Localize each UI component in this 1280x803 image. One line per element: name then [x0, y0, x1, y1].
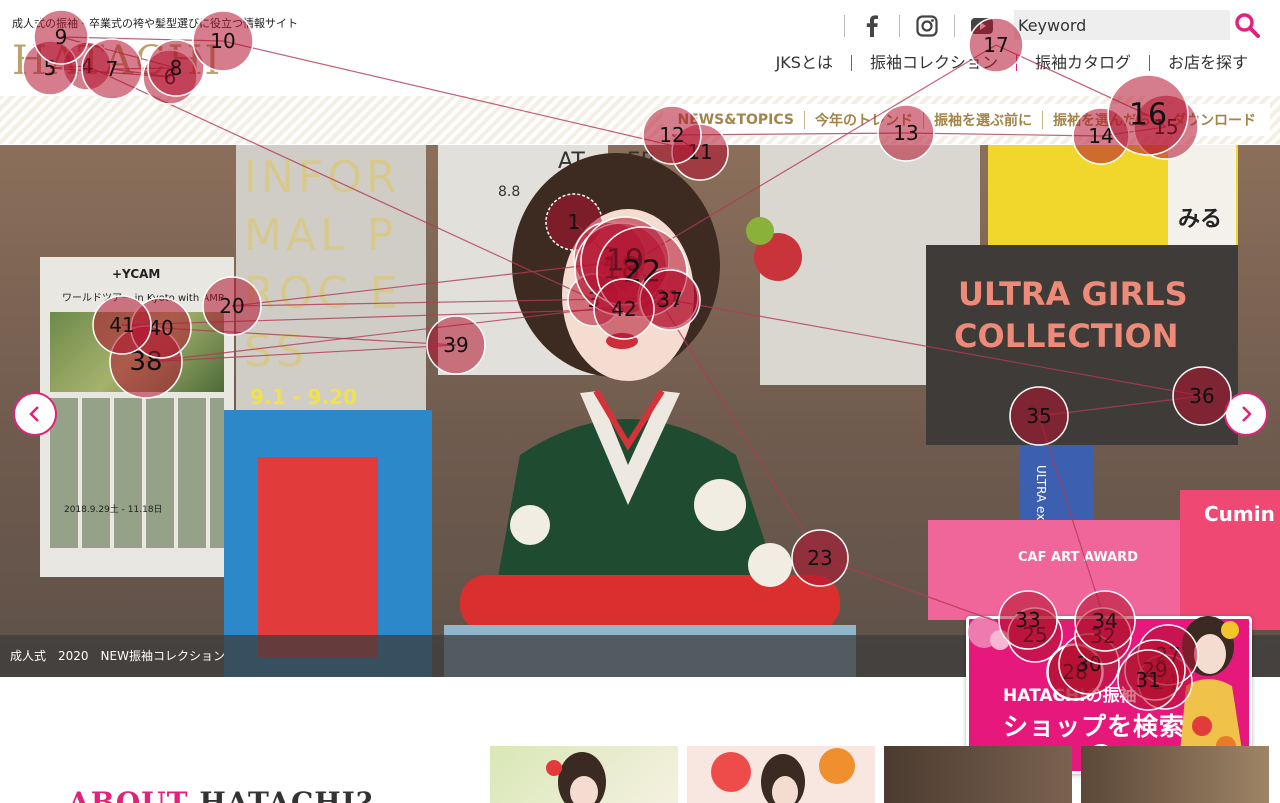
facebook-icon[interactable]	[845, 12, 899, 40]
search-input[interactable]	[1014, 10, 1230, 40]
about-heading-part2: HATACHI?	[199, 786, 374, 803]
subnav-item-download[interactable]: ダウンロード	[1162, 110, 1266, 130]
nav-item-find-shop[interactable]: お店を探す	[1150, 52, 1266, 74]
poster-ycam-tour: ワールドツアー in Kyoto with AMP	[62, 293, 224, 304]
slider-prev-button[interactable]	[13, 392, 57, 436]
poster-ycam-photo	[50, 312, 224, 392]
thumb-model-image	[546, 752, 606, 803]
poster-ycam-title: +YCAM	[112, 267, 161, 281]
shop-banner-subtitle: HATACHIの振袖	[1003, 686, 1137, 706]
page: 成人式の振袖・卒業式の袴や髪型選びに役立つ情報サイト HATACHI JKSとは…	[0, 0, 1280, 803]
thumb-model-image	[711, 748, 855, 803]
subnav-item-before-choosing[interactable]: 振袖を選ぶ前に	[924, 110, 1042, 130]
collection-thumb[interactable]	[1081, 746, 1269, 803]
poster-cumin-text: Cumin	[1204, 502, 1275, 526]
poster-miru: みる	[1168, 145, 1236, 245]
sub-nav: NEWS&TOPICS 今年のトレンド 振袖を選ぶ前に 振袖を選んだら ダウンロ…	[663, 104, 1270, 136]
poster-ycam-grid	[50, 398, 224, 548]
youtube-icon[interactable]	[955, 12, 1009, 40]
nav-item-furisode-collection[interactable]: 振袖コレクション	[852, 52, 1016, 74]
about-heading-part1: ABOUT	[68, 786, 189, 803]
hero-model-image	[444, 153, 856, 677]
about-heading: ABOUT HATACHI?	[68, 786, 373, 803]
shop-banner-title: ショップを検索	[1003, 712, 1186, 741]
poster-ultra-line2: COLLECTION	[954, 317, 1179, 355]
main-nav: JKSとは 振袖コレクション 振袖カタログ お店を探す	[758, 52, 1266, 74]
collection-thumb[interactable]	[687, 746, 875, 803]
poster-ultra-line1: ULTRA GIRLS	[958, 275, 1188, 313]
nav-item-furisode-catalog[interactable]: 振袖カタログ	[1017, 52, 1149, 74]
poster-ycam-dates: 2018.9.29土 - 11.18日	[64, 505, 163, 515]
chevron-right-icon	[1242, 406, 1252, 422]
hero-slider[interactable]: INFOR MAL PROC ESS 9.1 - 9.20 +YCAM ワールド…	[0, 145, 1280, 677]
site-logo[interactable]: HATACHI	[12, 38, 222, 84]
site-tagline: 成人式の振袖・卒業式の袴や髪型選びに役立つ情報サイト	[12, 17, 298, 30]
chevron-left-icon	[29, 406, 39, 422]
poster-red-block	[258, 457, 378, 657]
instagram-icon[interactable]	[900, 12, 954, 40]
slider-next-button[interactable]	[1224, 392, 1268, 436]
poster-caf-text: CAF ART AWARD	[1018, 550, 1138, 565]
poster-miru-text: みる	[1178, 207, 1223, 232]
flower-decoration	[968, 616, 1010, 650]
subnav-item-after-choosing[interactable]: 振袖を選んだら	[1043, 110, 1161, 130]
poster-ultra-girls: ULTRA GIRLS COLLECTION	[926, 245, 1238, 445]
subnav-item-trend[interactable]: 今年のトレンド	[805, 110, 923, 130]
collection-thumb[interactable]	[490, 746, 678, 803]
collection-thumb[interactable]	[884, 746, 1072, 803]
social-links	[844, 12, 1009, 40]
search-icon[interactable]	[1234, 12, 1260, 38]
poster-caf: CAF ART AWARD	[928, 520, 1184, 620]
subnav-item-news[interactable]: NEWS&TOPICS	[667, 112, 804, 128]
poster-ycam: +YCAM ワールドツアー in Kyoto with AMP 2018.9.2…	[40, 257, 234, 577]
nav-item-about-jks[interactable]: JKSとは	[758, 52, 851, 74]
